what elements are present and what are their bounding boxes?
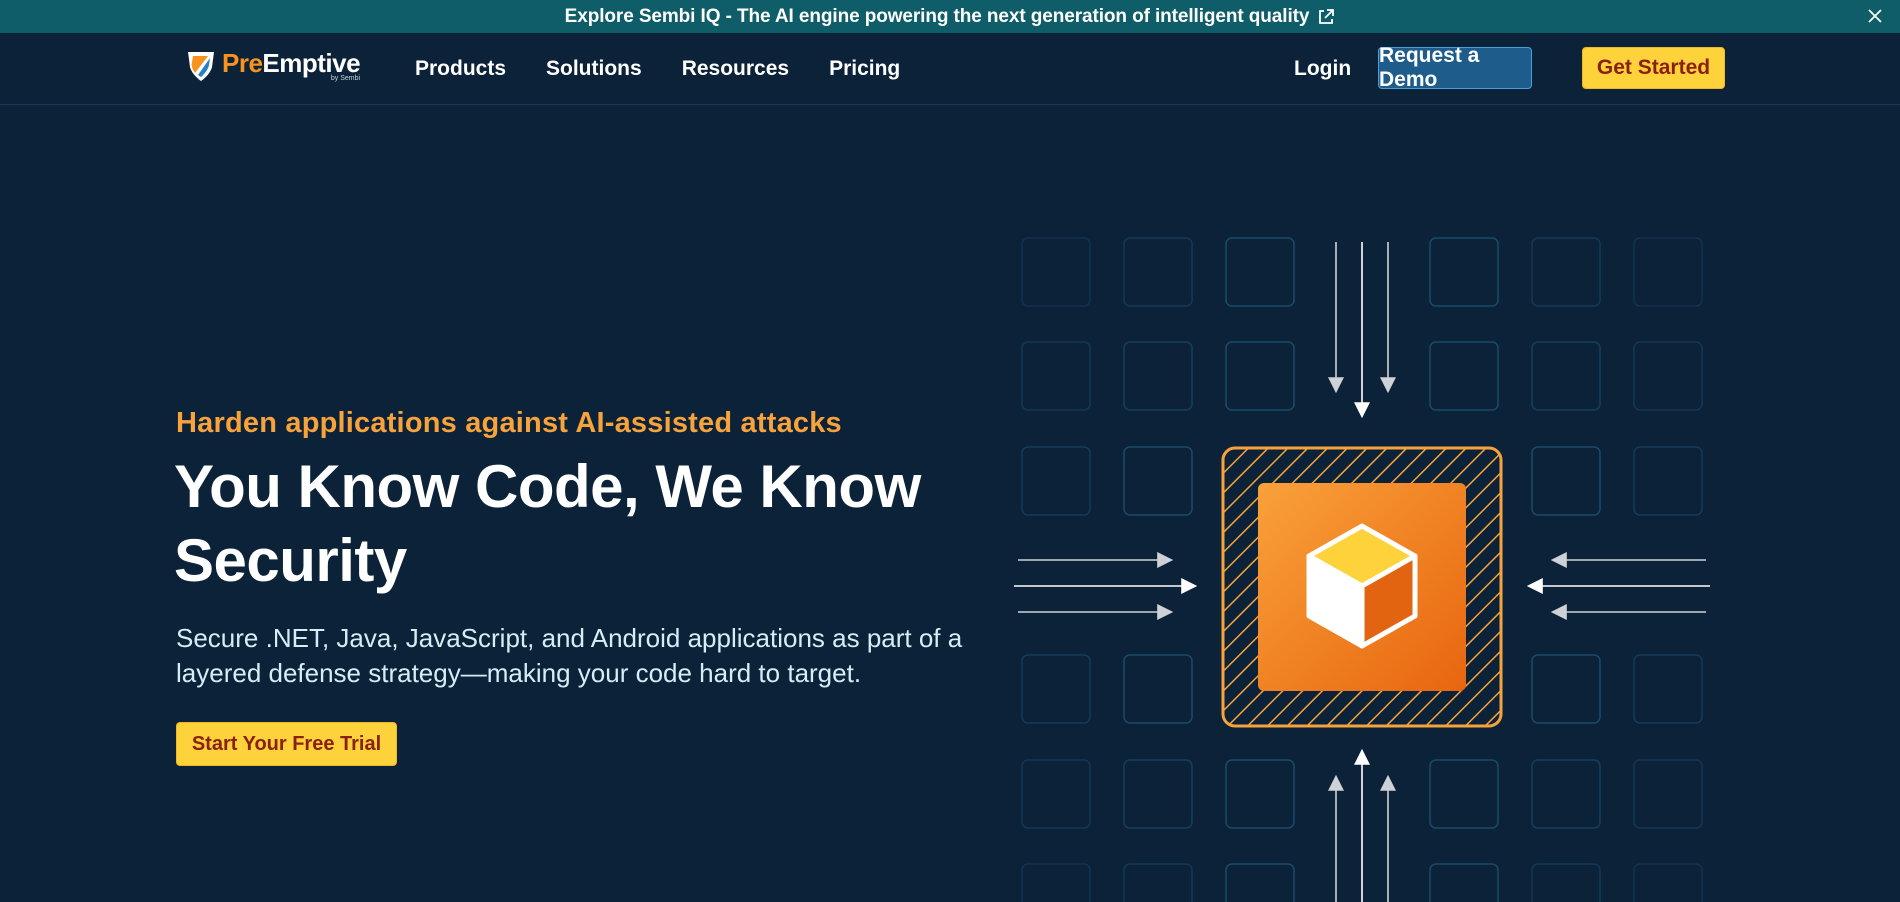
announcement-link[interactable]: Explore Sembi IQ - The AI engine powerin… [565, 6, 1336, 28]
logo[interactable]: PreEmptive by Sembi [186, 48, 361, 83]
external-link-icon [1319, 8, 1335, 24]
request-demo-button[interactable]: Request a Demo [1378, 44, 1532, 91]
nav-products[interactable]: Products [415, 57, 506, 81]
shield-logo-icon [188, 52, 214, 81]
hero-subtext: Secure .NET, Java, JavaScript, and Andro… [176, 623, 963, 688]
logo-emptive: Emptive [262, 48, 361, 78]
arrows-top [1328, 242, 1396, 419]
logo-pre: Pre [222, 48, 263, 78]
get-started-button[interactable]: Get Started [1582, 47, 1725, 89]
login-link[interactable]: Login [1294, 57, 1351, 81]
site-header: PreEmptive by Sembi Products Solutions R… [0, 33, 1900, 105]
hero-headline: You Know Code, We Know Security [174, 453, 921, 594]
nav-solutions[interactable]: Solutions [546, 57, 642, 81]
announcement-text: Explore Sembi IQ - The AI engine powerin… [564, 5, 1310, 27]
security-illustration [1014, 237, 1710, 902]
nav-resources[interactable]: Resources [682, 57, 789, 81]
close-icon [1868, 9, 1882, 23]
close-announcement-button[interactable] [1864, 5, 1886, 27]
arrows-left [1014, 552, 1198, 620]
main-nav: Products Solutions Resources Pricing [415, 33, 900, 104]
nav-pricing[interactable]: Pricing [829, 57, 900, 81]
announcement-bar: Explore Sembi IQ - The AI engine powerin… [0, 0, 1900, 33]
logo-subtitle: by Sembi [330, 75, 361, 82]
arrows-right [1526, 552, 1710, 620]
hero-eyebrow: Harden applications against AI-assisted … [176, 407, 842, 439]
arrows-bottom [1328, 748, 1396, 902]
free-trial-button[interactable]: Start Your Free Trial [176, 722, 397, 766]
